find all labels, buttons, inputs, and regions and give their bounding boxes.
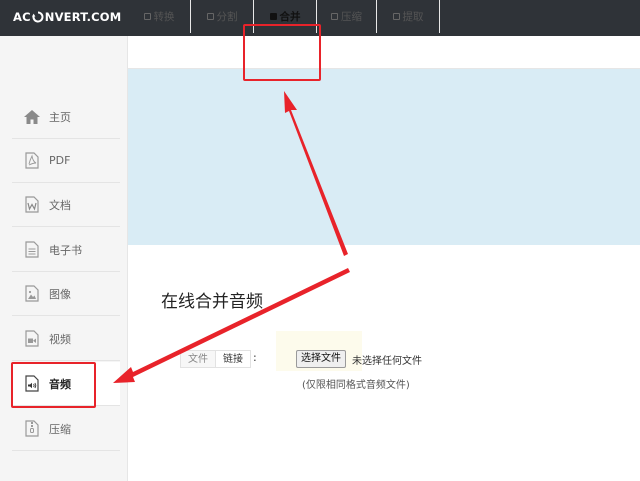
checkbox-icon (143, 13, 151, 20)
sidebar-item-archive[interactable]: 压缩 (12, 407, 120, 451)
checkbox-icon (331, 13, 338, 20)
home-icon (23, 108, 41, 126)
mode-colon: : (253, 351, 257, 364)
sidebar-item-label: 电子书 (49, 243, 82, 257)
tab-convert[interactable]: 转换 (128, 0, 191, 33)
sidebar-item-label: 视频 (49, 332, 71, 346)
sidebar-item-label: 压缩 (49, 422, 71, 436)
tab-label: 转换 (153, 11, 175, 23)
archive-file-icon (23, 420, 41, 438)
logo-text-left: AC (13, 10, 31, 24)
video-file-icon (23, 330, 41, 348)
source-mode-toggle: 文件 链接 (180, 350, 251, 368)
sidebar-item-home[interactable]: 主页 (12, 95, 120, 139)
sidebar-item-label: PDF (49, 154, 71, 167)
file-status-text: 未选择任何文件 (352, 356, 422, 367)
annotation-box-audio-item (11, 362, 96, 408)
tab-label: 压缩 (341, 11, 362, 23)
tab-label: 提取 (402, 11, 424, 23)
pdf-file-icon (23, 152, 41, 170)
tab-compress[interactable]: 压缩 (317, 0, 377, 33)
tab-extract[interactable]: 提取 (377, 0, 440, 33)
checkbox-icon (392, 13, 400, 20)
word-file-icon (23, 196, 41, 214)
image-file-icon (23, 285, 41, 303)
sidebar-item-label: 文档 (49, 198, 71, 212)
site-logo[interactable]: AC NVERT.COM (13, 10, 121, 24)
tool-tab-bar (128, 36, 640, 69)
format-hint: (仅限相同格式音频文件) (302, 380, 410, 391)
tab-label: 合并 (279, 11, 301, 23)
page-title: 在线合并音频 (161, 292, 263, 312)
sidebar-item-images[interactable]: 图像 (12, 272, 120, 316)
sidebar-item-label: 图像 (49, 287, 71, 301)
logo-text-right: NVERT.COM (44, 10, 122, 24)
sidebar-item-documents[interactable]: 文档 (12, 183, 120, 227)
checkbox-filled-icon (269, 13, 277, 20)
sidebar-item-ebook[interactable]: 电子书 (12, 228, 120, 272)
refresh-ring-icon (31, 11, 44, 23)
sidebar-item-pdf[interactable]: PDF (12, 139, 120, 183)
mode-file-button[interactable]: 文件 (180, 350, 216, 368)
mode-link-button[interactable]: 链接 (216, 350, 251, 368)
checkbox-icon (206, 13, 214, 20)
ebook-file-icon (23, 241, 41, 259)
sidebar-item-label: 主页 (49, 110, 71, 124)
sidebar-item-video[interactable]: 视频 (12, 317, 120, 361)
annotation-box-merge-tab (243, 24, 321, 81)
tab-label: 分割 (216, 11, 238, 23)
banner-area (128, 69, 640, 245)
choose-file-button[interactable]: 选择文件 (296, 350, 346, 368)
